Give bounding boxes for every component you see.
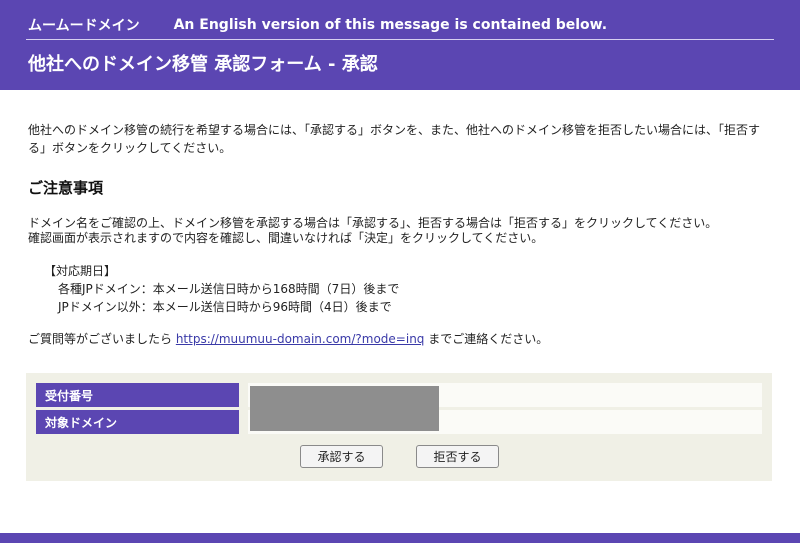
notes-line-1: ドメイン名をご確認の上、ドメイン移管を承認する場合は「承認する」、拒否する場合は… xyxy=(28,216,718,230)
bottom-band xyxy=(0,533,800,543)
notes-heading: ご注意事項 xyxy=(28,179,104,197)
header-divider xyxy=(26,39,774,40)
reject-button[interactable]: 拒否する xyxy=(416,445,499,468)
approve-button[interactable]: 承認する xyxy=(300,445,383,468)
inquiry-link[interactable]: https://muumuu-domain.com/?mode=inq xyxy=(176,332,425,346)
deadline-heading: 【対応期日】 xyxy=(44,264,117,278)
header: ムームードメイン An English version of this mess… xyxy=(0,0,800,90)
form-buttons: 承認する 拒否する xyxy=(26,445,772,469)
reception-number-label: 受付番号 xyxy=(36,383,239,407)
deadline-block: 【対応期日】 各種JPドメイン：本メール送信日時から168時間（7日）後まで J… xyxy=(44,262,399,316)
deadline-jp: 各種JPドメイン：本メール送信日時から168時間（7日）後まで xyxy=(58,282,400,296)
target-domain-label: 対象ドメイン xyxy=(36,410,239,434)
intro-text: 他社へのドメイン移管の続行を希望する場合には、「承認する」ボタンを、また、他社へ… xyxy=(28,123,761,155)
main-content: 他社へのドメイン移管の続行を希望する場合には、「承認する」ボタンを、また、他社へ… xyxy=(0,90,800,533)
page-title: 他社へのドメイン移管 承認フォーム - 承認 xyxy=(28,54,378,75)
deadline-other: JPドメイン以外：本メール送信日時から96時間（4日）後まで xyxy=(58,300,392,314)
contact-text: ご質問等がございましたら https://muumuu-domain.com/?… xyxy=(28,330,548,348)
english-notice: An English version of this message is co… xyxy=(173,17,608,33)
notes-text: ドメイン名をご確認の上、ドメイン移管を承認する場合は「承認する」、拒否する場合は… xyxy=(28,216,788,246)
redacted-block xyxy=(250,386,439,431)
contact-suffix: までご連絡ください。 xyxy=(424,332,549,346)
approval-form: 受付番号 対象ドメイン 承認する 拒否する xyxy=(26,373,772,481)
brand-name: ムームードメイン xyxy=(28,18,140,34)
notes-line-2: 確認画面が表示されますので内容を確認し、間違いなければ「決定」をクリックしてくだ… xyxy=(28,231,544,245)
brand-row: ムームードメイン An English version of this mess… xyxy=(28,15,607,35)
contact-prefix: ご質問等がございましたら xyxy=(28,332,176,346)
